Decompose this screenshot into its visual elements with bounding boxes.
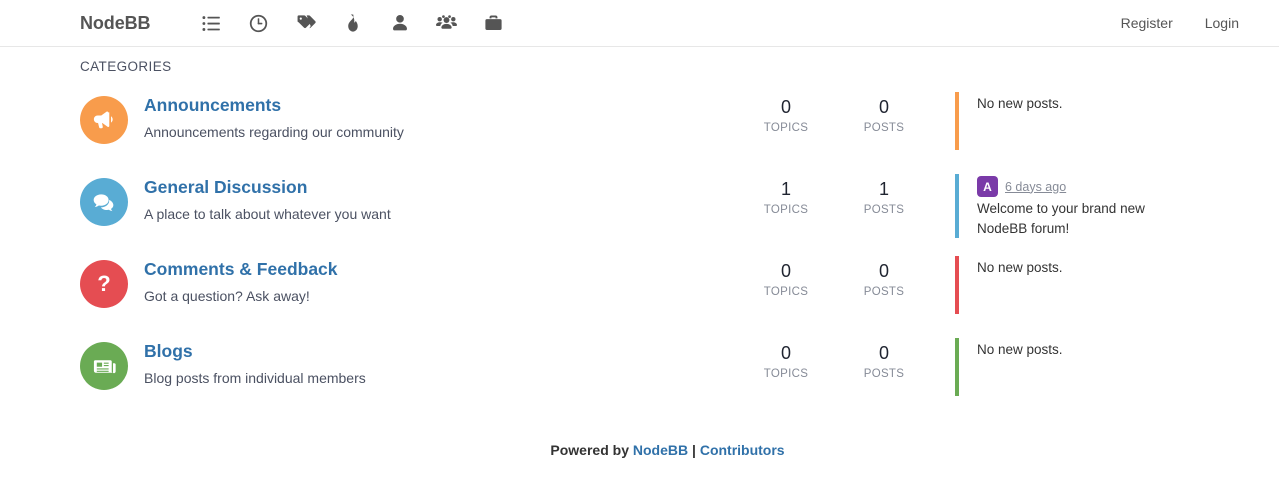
main-content: CATEGORIES Announcements Announcements re… — [0, 47, 1279, 458]
category-info: Announcements Announcements regarding our… — [144, 92, 737, 143]
user-icon[interactable] — [376, 0, 423, 47]
briefcase-icon[interactable] — [470, 0, 517, 47]
category-row[interactable]: Blogs Blog posts from individual members 0… — [80, 330, 1255, 412]
main-navbar: NodeBB Register Login — [0, 0, 1279, 47]
category-title-link[interactable]: Announcements — [144, 94, 281, 117]
category-icon-container — [80, 338, 144, 390]
posts-count-value: 0 — [878, 97, 889, 117]
footer-contributors-link[interactable]: Contributors — [700, 442, 785, 458]
recent-posts-panel: No new posts. — [955, 92, 1255, 150]
category-description: Blog posts from individual members — [144, 369, 366, 386]
category-list: Announcements Announcements regarding our… — [80, 84, 1255, 412]
category-title-wrapper: General Discussion — [144, 176, 737, 199]
topics-count-label: TOPICS — [763, 203, 809, 216]
category-info: General Discussion A place to talk about … — [144, 174, 737, 225]
topics-count-value: 0 — [780, 343, 791, 363]
category-icon-container: ? — [80, 256, 144, 308]
recent-posts-panel: No new posts. — [955, 256, 1255, 314]
topics-counter: 0 TOPICS — [737, 92, 835, 134]
posts-count-label: POSTS — [863, 285, 905, 298]
topics-count-value: 1 — [780, 179, 791, 199]
posts-counter: 0 POSTS — [835, 256, 933, 298]
posts-count-value: 1 — [878, 179, 889, 199]
topics-count-value: 0 — [780, 261, 791, 281]
topics-counter: 1 TOPICS — [737, 174, 835, 216]
category-row[interactable]: Announcements Announcements regarding our… — [80, 84, 1255, 166]
navbar-icon-group — [188, 0, 517, 47]
topics-count-value: 0 — [780, 97, 791, 117]
recent-post-text: Welcome to your brand new NodeBB forum! — [977, 201, 1145, 236]
category-title-link[interactable]: General Discussion — [144, 176, 307, 199]
newspaper-icon[interactable] — [80, 342, 128, 390]
recent-posts-panel: A 6 days ago Welcome to your brand new Nod… — [955, 174, 1255, 239]
category-info: Comments & Feedback Got a question? Ask a… — [144, 256, 737, 307]
topics-counter: 0 TOPICS — [737, 256, 835, 298]
avatar[interactable]: A — [977, 176, 998, 197]
posts-count-value: 0 — [878, 343, 889, 363]
topics-count-label: TOPICS — [763, 121, 809, 134]
navbar-right-group: Register Login — [1105, 15, 1255, 31]
footer-separator: | — [692, 442, 696, 458]
page-footer: Powered by NodeBB | Contributors — [80, 412, 1255, 458]
category-description: Got a question? Ask away! — [144, 287, 310, 304]
recent-post-timestamp-link[interactable]: 6 days ago — [1005, 180, 1066, 194]
category-info: Blogs Blog posts from individual members — [144, 338, 737, 389]
no-new-posts-label: No new posts. — [977, 260, 1063, 275]
category-row[interactable]: ? Comments & Feedback Got a question? Ask … — [80, 248, 1255, 330]
users-icon[interactable] — [423, 0, 470, 47]
login-link[interactable]: Login — [1189, 15, 1255, 31]
category-title-wrapper: Announcements — [144, 94, 737, 117]
category-row[interactable]: General Discussion A place to talk about … — [80, 166, 1255, 248]
recent-post-meta: A 6 days ago — [977, 176, 1255, 197]
topics-count-label: TOPICS — [763, 285, 809, 298]
category-title-link[interactable]: Blogs — [144, 340, 193, 363]
footer-nodebb-link[interactable]: NodeBB — [633, 442, 688, 458]
posts-counter: 1 POSTS — [835, 174, 933, 216]
question-icon[interactable]: ? — [80, 260, 128, 308]
posts-counter: 0 POSTS — [835, 92, 933, 134]
category-icon-container — [80, 92, 144, 144]
no-new-posts-label: No new posts. — [977, 96, 1063, 111]
recent-posts-panel: No new posts. — [955, 338, 1255, 396]
brand-logo[interactable]: NodeBB — [80, 13, 151, 34]
tags-icon[interactable] — [282, 0, 329, 47]
fire-icon[interactable] — [329, 0, 376, 47]
category-description: A place to talk about whatever you want — [144, 205, 391, 222]
categories-section-title: CATEGORIES — [80, 59, 172, 74]
topics-count-label: TOPICS — [763, 367, 809, 380]
clock-icon[interactable] — [235, 0, 282, 47]
posts-count-label: POSTS — [863, 121, 905, 134]
category-icon-container — [80, 174, 144, 226]
category-title-wrapper: Blogs — [144, 340, 737, 363]
posts-count-label: POSTS — [863, 203, 905, 216]
list-icon[interactable] — [188, 0, 235, 47]
bullhorn-icon[interactable] — [80, 96, 128, 144]
category-title-wrapper: Comments & Feedback — [144, 258, 737, 281]
posts-counter: 0 POSTS — [835, 338, 933, 380]
posts-count-label: POSTS — [863, 367, 905, 380]
comments-icon[interactable] — [80, 178, 128, 226]
posts-count-value: 0 — [878, 261, 889, 281]
category-description: Announcements regarding our community — [144, 123, 404, 140]
topics-counter: 0 TOPICS — [737, 338, 835, 380]
register-link[interactable]: Register — [1105, 15, 1189, 31]
footer-powered-by-label: Powered by — [550, 442, 629, 458]
category-title-link[interactable]: Comments & Feedback — [144, 258, 338, 281]
no-new-posts-label: No new posts. — [977, 342, 1063, 357]
